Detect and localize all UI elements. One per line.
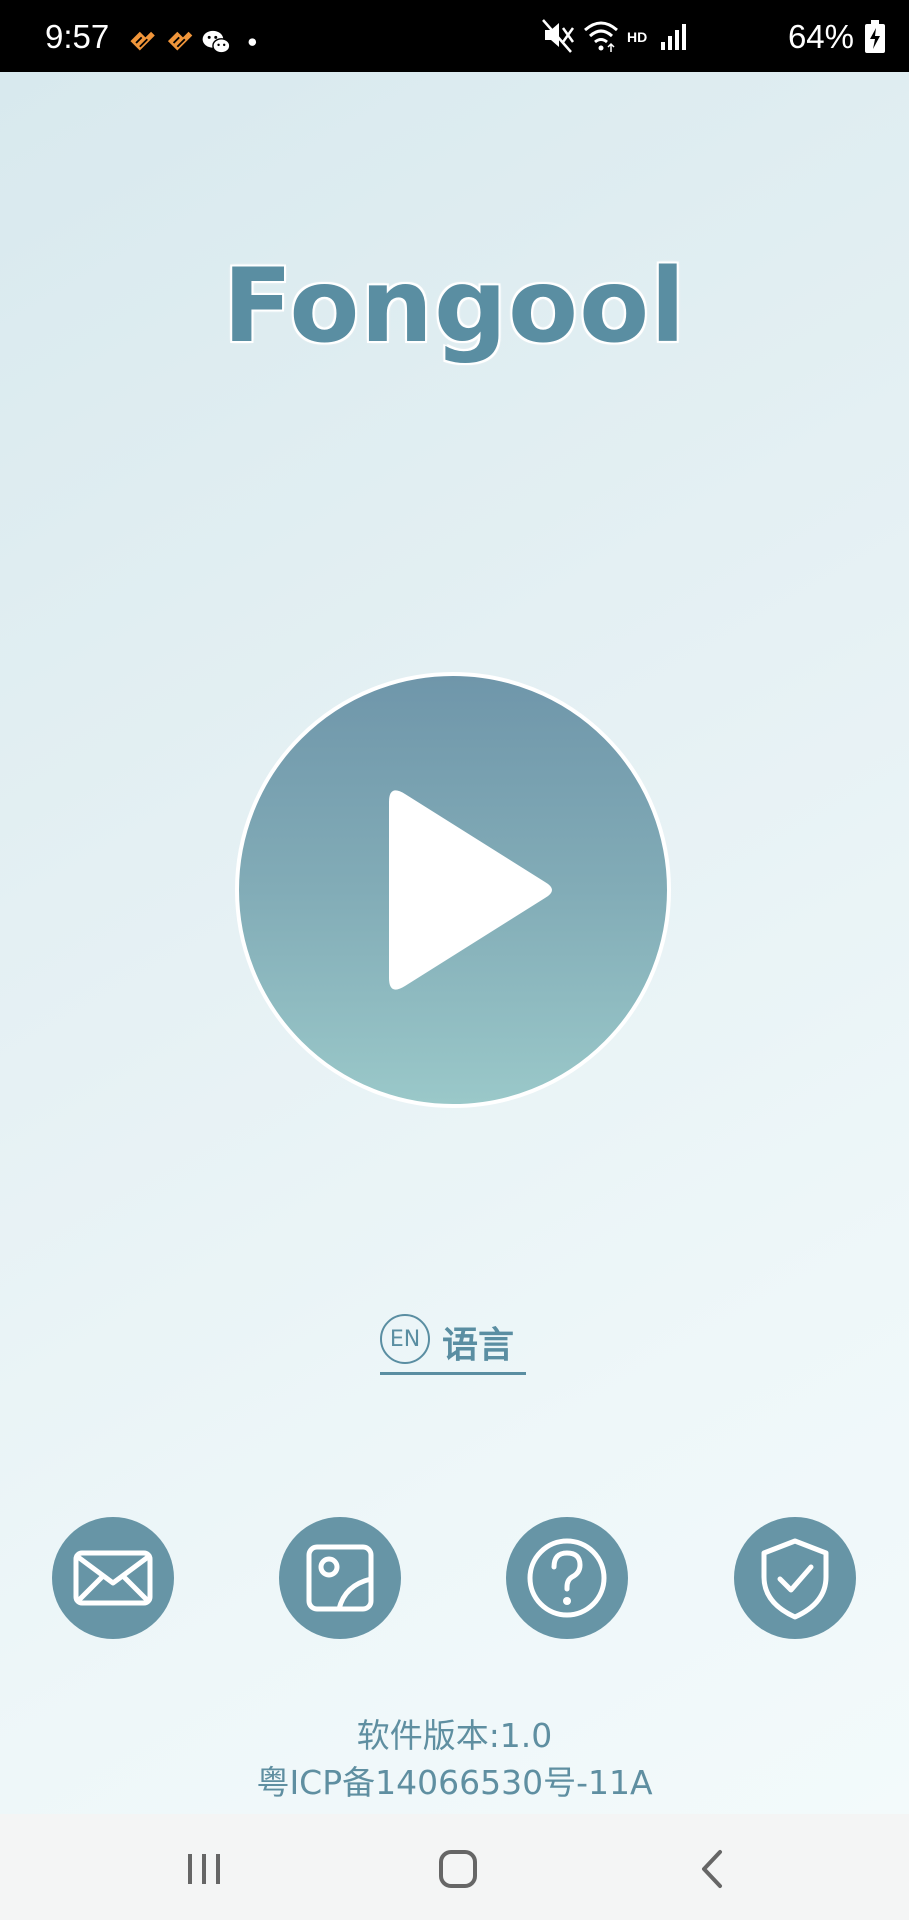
home-button[interactable] <box>428 1844 488 1894</box>
wechat-icon <box>202 30 231 54</box>
language-button[interactable]: EN 语言 <box>380 1310 526 1375</box>
wifi-icon <box>584 21 618 52</box>
status-time: 9:57 <box>45 18 110 55</box>
language-underline <box>380 1372 526 1375</box>
play-icon <box>389 790 552 990</box>
mute-icon <box>542 19 575 53</box>
status-bar: 9:57 HD 64% <box>0 0 909 72</box>
recent-apps-button[interactable] <box>174 1844 234 1894</box>
app-notification-icon <box>130 31 155 51</box>
gallery-icon <box>306 1544 374 1612</box>
language-en-icon: EN <box>380 1314 430 1364</box>
dot-icon <box>248 38 257 46</box>
icp-license-text: 粤ICP备14066530号-11A <box>256 1763 653 1802</box>
navigation-bar <box>0 1814 909 1920</box>
mail-icon <box>73 1550 153 1606</box>
app-screen: Fongool EN 语言 软件版本:1.0 粤ICP备14066530号-11… <box>0 72 909 1814</box>
mail-button[interactable] <box>52 1517 174 1639</box>
language-label: 语言 <box>442 1325 515 1366</box>
recent-apps-icon <box>188 1854 220 1884</box>
battery-charging-icon <box>865 20 885 53</box>
system-status-icons: HD <box>542 19 686 53</box>
shield-check-icon <box>761 1538 829 1620</box>
back-button[interactable] <box>682 1844 742 1894</box>
help-button[interactable] <box>506 1517 628 1639</box>
battery-percent: 64% <box>787 18 854 55</box>
hd-icon: HD <box>627 29 647 45</box>
signal-icon <box>661 24 686 50</box>
back-icon <box>702 1850 722 1888</box>
app-notification-icon <box>167 31 193 51</box>
gallery-button[interactable] <box>279 1517 401 1639</box>
help-icon <box>527 1538 607 1618</box>
version-text: 软件版本:1.0 <box>356 1716 553 1755</box>
home-icon <box>439 1850 477 1888</box>
notification-icons <box>130 30 257 54</box>
app-title: Fongool <box>222 247 687 366</box>
privacy-button[interactable] <box>734 1517 856 1639</box>
play-button[interactable] <box>235 672 671 1108</box>
